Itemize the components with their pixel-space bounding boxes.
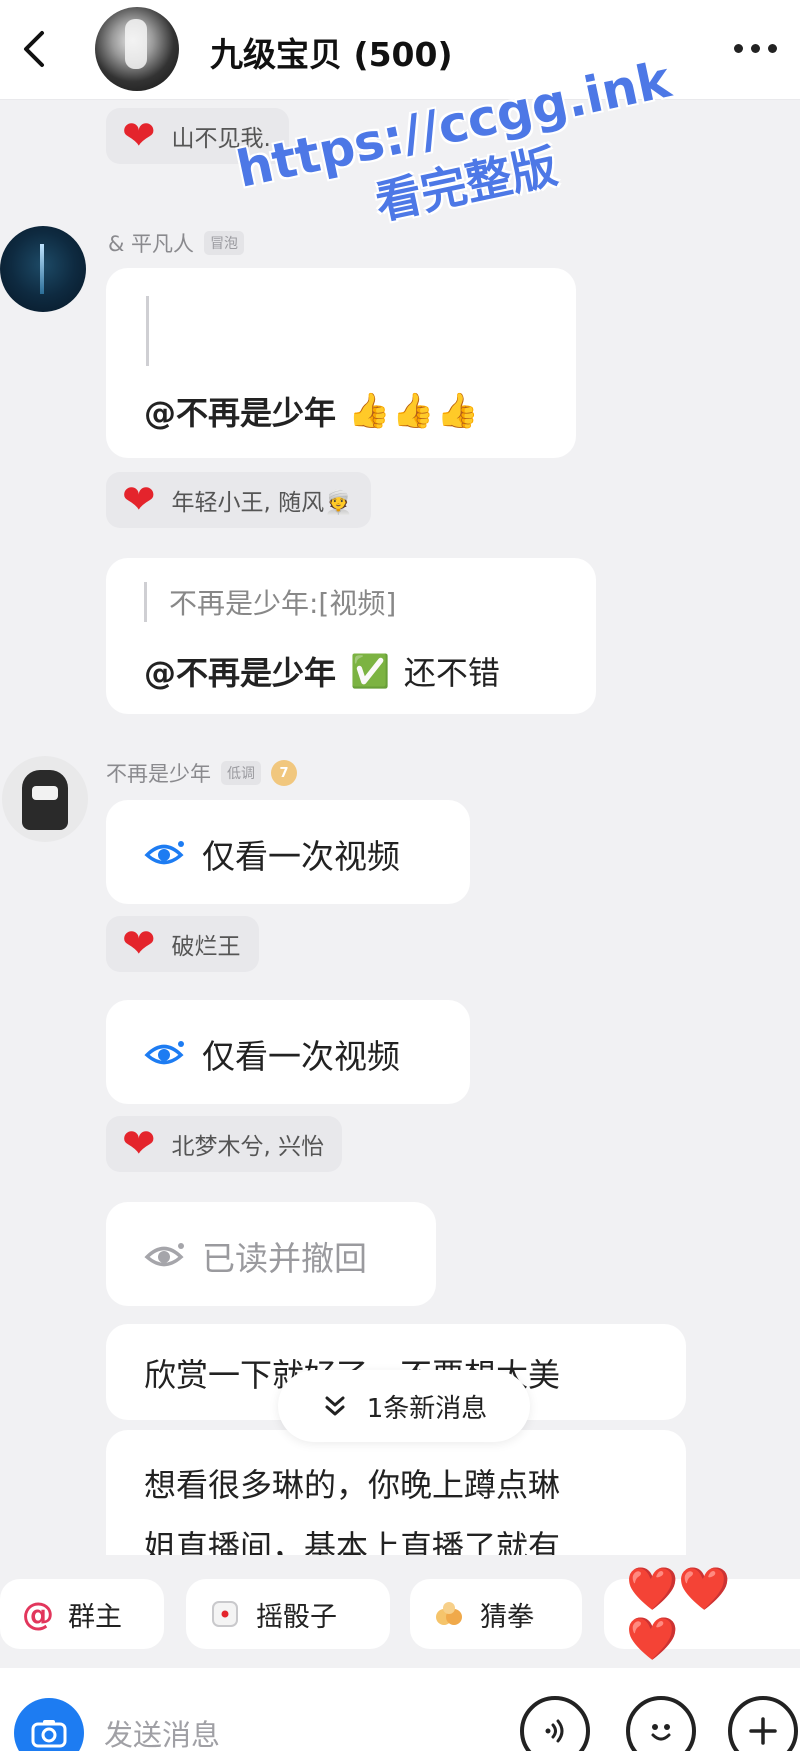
view-once-label: 仅看一次视频 — [202, 837, 400, 876]
view-once-eye-icon — [144, 841, 184, 865]
sender-name: 不再是少年 — [106, 762, 211, 786]
message-text-line: 姐直播间，基本上直播了就有 — [144, 1528, 561, 1555]
message-list[interactable]: ❤ 山不见我. & 平凡人 冒泡 @不再是少年 👍👍👍 ❤ 年轻小王, 随风👳 … — [0, 100, 800, 1555]
chat-title[interactable]: 九级宝贝 (500) — [210, 28, 453, 76]
message-input-bar: 发送消息 — [0, 1668, 800, 1751]
heart-icon: ❤ — [122, 477, 156, 523]
smiley-icon — [651, 1724, 671, 1741]
new-messages-label: 1条新消息 — [366, 1393, 488, 1424]
read-and-recalled-bubble[interactable]: 已读并撤回 — [106, 1202, 436, 1306]
view-once-eye-icon — [144, 1041, 184, 1065]
sender-name: & 平凡人 — [108, 232, 195, 256]
message-content: @不再是少年 ✅ 还不错 — [144, 648, 500, 694]
add-button[interactable] — [728, 1696, 798, 1751]
reaction-bar[interactable]: ❤ 年轻小王, 随风👳 — [106, 472, 371, 528]
sender-tag: 冒泡 — [204, 231, 245, 255]
quote-bar — [146, 296, 149, 366]
read-recalled-label: 已读并撤回 — [202, 1239, 367, 1278]
rock-paper-scissors-button[interactable]: 猜拳 — [410, 1579, 582, 1649]
level-badge: 7 — [271, 760, 297, 786]
message-input[interactable]: 发送消息 — [104, 1712, 220, 1751]
sender-name-row: & 平凡人 冒泡 — [108, 228, 245, 258]
view-once-video-bubble[interactable]: 仅看一次视频 — [106, 800, 470, 904]
sender-tag: 低调 — [221, 761, 261, 785]
message-bubble[interactable]: 想看很多琳的，你晚上蹲点琳 姐直播间，基本上直播了就有 — [106, 1430, 686, 1555]
message-text: 还不错 — [403, 654, 500, 692]
emoji-button[interactable] — [626, 1696, 696, 1751]
mention-link[interactable]: @不再是少年 — [144, 388, 336, 434]
camera-button[interactable] — [14, 1698, 84, 1751]
hearts-button[interactable]: ❤️❤️❤️ — [604, 1564, 800, 1663]
hearts-emoji: ❤️❤️❤️ — [626, 1564, 731, 1663]
reaction-bar[interactable]: ❤ 北梦木兮, 兴怡 — [106, 1116, 343, 1172]
double-chevron-down-icon — [325, 1396, 345, 1416]
message-bubble[interactable]: 不再是少年:[视频] @不再是少年 ✅ 还不错 — [106, 558, 596, 714]
camera-icon — [31, 1720, 67, 1748]
heart-icon: ❤ — [122, 921, 156, 967]
view-once-label: 仅看一次视频 — [202, 1037, 400, 1076]
new-messages-button[interactable]: 1条新消息 — [278, 1370, 530, 1442]
group-owner-button[interactable]: @ 群主 — [0, 1579, 164, 1649]
at-icon: @ — [22, 1595, 54, 1633]
view-once-eye-icon — [144, 1243, 184, 1267]
avatar[interactable] — [2, 756, 88, 842]
reaction-bar[interactable]: ❤ 破烂王 — [106, 916, 259, 972]
voice-button[interactable] — [520, 1696, 590, 1751]
voice-icon — [545, 1719, 564, 1743]
quoted-message[interactable]: 不再是少年:[视频] — [144, 582, 396, 622]
back-button[interactable] — [10, 24, 60, 74]
more-options-icon[interactable] — [734, 38, 786, 58]
quick-action-bar: @ 群主 摇骰子 猜拳 ❤️❤️❤️ — [0, 1555, 800, 1663]
mention-link[interactable]: @不再是少年 — [144, 648, 336, 694]
message-content: @不再是少年 👍👍👍 — [144, 388, 481, 434]
fist-icon — [436, 1602, 462, 1625]
view-once-video-bubble[interactable]: 仅看一次视频 — [106, 1000, 470, 1104]
heart-icon: ❤ — [122, 1121, 156, 1167]
message-bubble[interactable]: @不再是少年 👍👍👍 — [106, 268, 576, 458]
plus-icon — [749, 1717, 777, 1745]
heart-icon: ❤ — [122, 113, 156, 159]
message-text-line: 想看很多琳的，你晚上蹲点琳 — [144, 1466, 561, 1504]
check-emoji: ✅ — [350, 652, 390, 690]
dice-icon — [212, 1601, 238, 1627]
avatar[interactable] — [0, 226, 86, 312]
group-avatar[interactable] — [95, 7, 179, 91]
sender-name-row: 不再是少年 低调 7 — [106, 758, 297, 788]
back-arrow-icon — [24, 31, 44, 67]
thumbs-up-emoji: 👍👍👍 — [348, 391, 482, 431]
dice-button[interactable]: 摇骰子 — [186, 1579, 390, 1649]
